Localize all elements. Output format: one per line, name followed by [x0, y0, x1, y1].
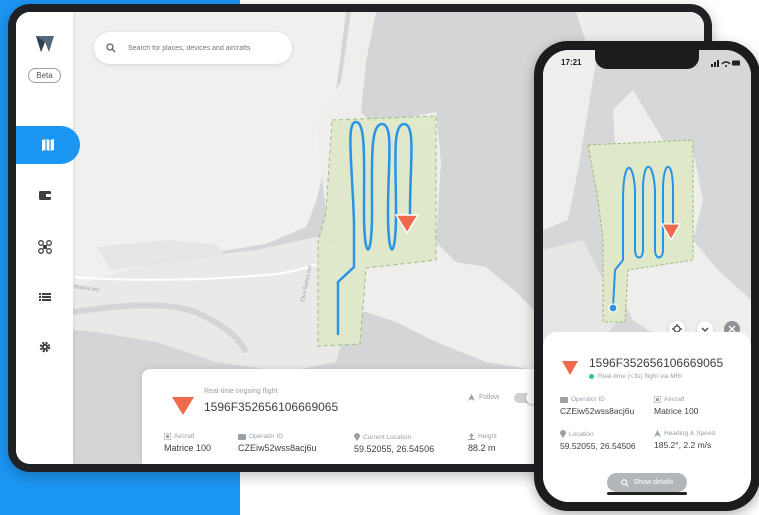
sidebar-item-settings[interactable]: [16, 328, 73, 366]
sidebar-item-map[interactable]: [16, 126, 80, 164]
drone-icon: [37, 240, 52, 254]
flight-info-card[interactable]: Real-time ongoing flight 1596F3526561066…: [142, 369, 562, 464]
id-card-icon: [238, 433, 246, 440]
follow-label: Follow: [468, 394, 499, 401]
location-pin-icon: [560, 430, 566, 438]
search-icon: [620, 478, 629, 487]
height-icon: [468, 433, 475, 440]
status-time: 17:21: [561, 58, 582, 67]
field-operator-id: Operator ID CZEiw52wss8acj6u: [238, 433, 317, 453]
gear-icon: [39, 341, 50, 353]
aircraft-marker-icon: [172, 397, 194, 415]
phone-field-operator-id: Operator ID CZEiw52wss8acj6u: [560, 396, 635, 416]
phone-device: 17:21 1596F352656106669065 Real-time (<3…: [534, 41, 759, 511]
search-input[interactable]: [128, 44, 278, 52]
phone-notch: [595, 50, 699, 69]
list-icon: [38, 293, 51, 301]
field-current-location: Current Location 59.52055, 26.54506: [354, 433, 435, 454]
phone-field-aircraft: Aircraft Matrice 100: [654, 396, 699, 416]
phone-flight-card[interactable]: 1596F352656106669065 Real-time (<3s) fli…: [543, 332, 751, 502]
operator-id-value: CZEiw52wss8acj6u: [238, 443, 317, 453]
sidebar-item-drones[interactable]: [16, 228, 73, 266]
app-showcase: Ranna tee Elva-Suitsu tee Beta Search fo…: [0, 0, 759, 515]
drone-icon: [654, 396, 661, 403]
follow-text: Follow: [479, 394, 500, 401]
phone-field-location: Location 59.52055, 26.54506: [560, 430, 636, 451]
sidebar-item-wallet[interactable]: [16, 176, 73, 214]
id-card-icon: [560, 396, 568, 403]
show-details-button[interactable]: Show details: [607, 473, 687, 492]
home-indicator[interactable]: [607, 492, 687, 495]
start-point-icon: [608, 303, 618, 313]
flight-subtitle: Real-time ongoing flight: [204, 388, 278, 395]
wallet-icon: [38, 191, 51, 200]
map-icon: [42, 139, 54, 151]
phone-flight-id: 1596F352656106669065: [589, 356, 724, 370]
field-height: Height 88.2 m: [468, 433, 497, 453]
aircraft-value: Matrice 100: [164, 443, 212, 453]
height-value: 88.2 m: [468, 443, 496, 453]
beta-badge: Beta: [28, 68, 61, 83]
sidebar: Beta: [16, 12, 80, 464]
phone-flight-subtitle: Real-time (<3s) flight via MRI: [589, 373, 682, 380]
phone-screen: 17:21 1596F352656106669065 Real-time (<3…: [543, 50, 751, 502]
search-bar[interactable]: [94, 32, 292, 64]
status-icons: [711, 60, 740, 67]
aircraft-marker-icon: [562, 361, 578, 375]
live-status-dot: [589, 374, 594, 379]
app-logo-icon: [36, 36, 54, 52]
field-aircraft: Aircraft Matrice 100: [164, 433, 212, 453]
navigation-icon: [654, 430, 661, 437]
follow-toggle[interactable]: [514, 392, 538, 404]
location-pin-icon: [354, 433, 360, 441]
phone-field-heading-speed: Heading & Speed 185.2°, 2.2 m/s: [654, 430, 715, 450]
search-icon: [106, 43, 116, 53]
drone-icon: [164, 433, 171, 440]
location-value: 59.52055, 26.54506: [354, 444, 435, 454]
flight-id: 1596F352656106669065: [204, 400, 339, 414]
sidebar-item-list[interactable]: [16, 278, 73, 316]
navigation-icon: [468, 394, 475, 401]
